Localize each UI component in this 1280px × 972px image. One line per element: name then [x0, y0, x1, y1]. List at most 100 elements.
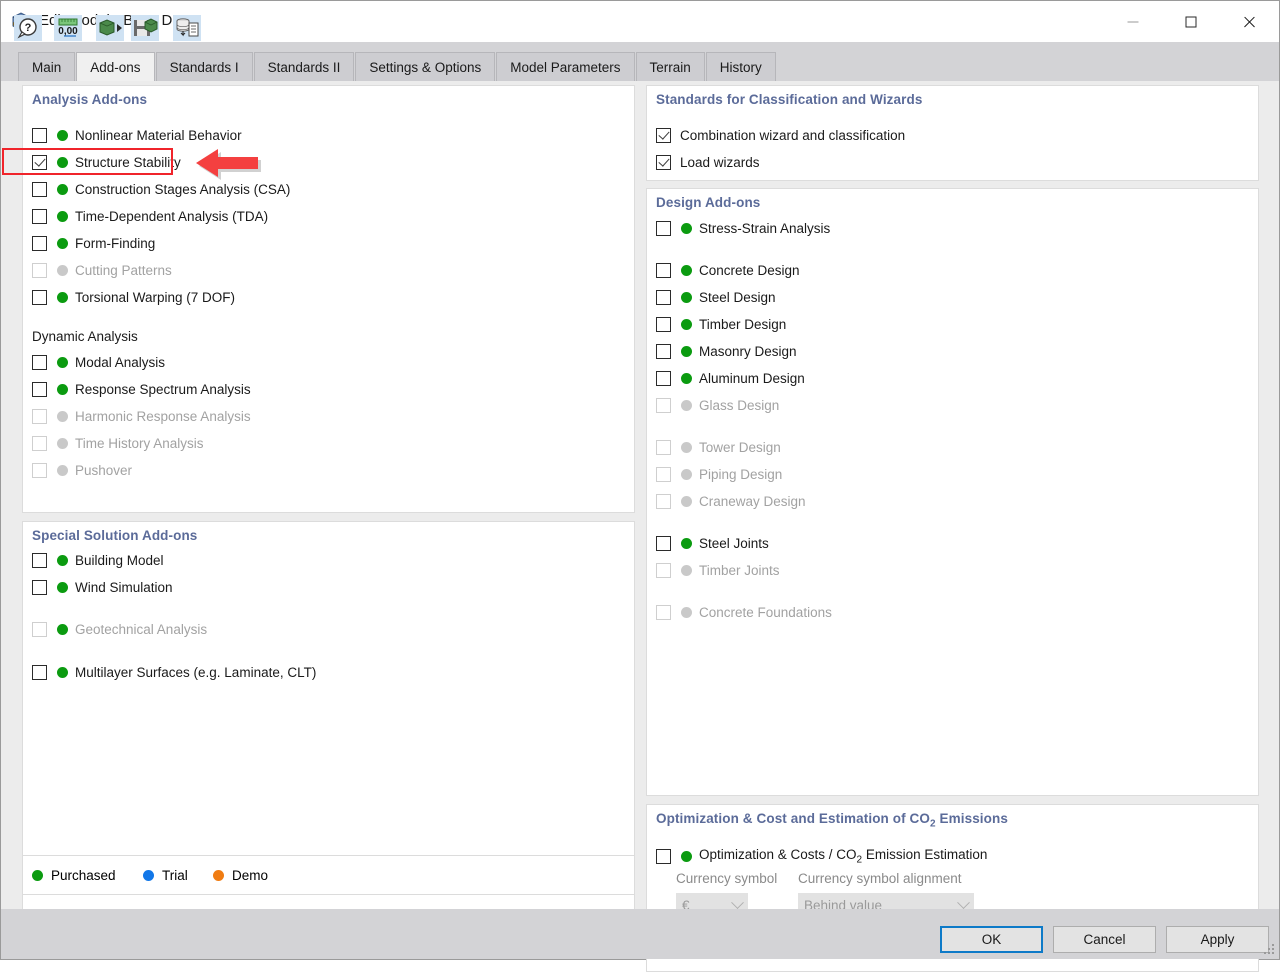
checkbox-label-building-model: Building Model	[75, 553, 164, 568]
tab-model-parameters[interactable]: Model Parameters	[496, 52, 634, 81]
status-dot-glass-design	[681, 400, 692, 411]
optimization-label-suffix: Emission Estimation	[862, 847, 987, 862]
checkbox-response-spectrum-analysis[interactable]	[32, 382, 47, 397]
checkbox-row-timber-design[interactable]: Timber Design	[656, 314, 786, 334]
optimization-checkbox-row[interactable]: Optimization & Costs / CO2 Emission Esti…	[656, 846, 987, 866]
checkbox-row-stress-strain-analysis[interactable]: Stress-Strain Analysis	[656, 218, 830, 238]
tab-history[interactable]: History	[706, 52, 776, 81]
checkbox-row-steel-joints[interactable]: Steel Joints	[656, 533, 769, 553]
status-dot-tower-design	[681, 442, 692, 453]
checkbox-time-history-analysis	[32, 436, 47, 451]
status-dot-steel-design	[681, 292, 692, 303]
checkbox-label-nonlinear-material-behavior: Nonlinear Material Behavior	[75, 128, 242, 143]
checkbox-row-structure-stability[interactable]: Structure Stability	[32, 152, 181, 172]
checkbox-label-craneway-design: Craneway Design	[699, 494, 806, 509]
checkbox-combination-wizard-and-classification[interactable]	[656, 128, 671, 143]
checkbox-construction-stages-analysis-csa[interactable]	[32, 182, 47, 197]
checkbox-row-concrete-design[interactable]: Concrete Design	[656, 260, 800, 280]
legend-label-demo: Demo	[232, 868, 268, 883]
checkbox-row-response-spectrum-analysis[interactable]: Response Spectrum Analysis	[32, 379, 251, 399]
tab-settings-options[interactable]: Settings & Options	[355, 52, 495, 81]
ok-button[interactable]: OK	[940, 926, 1043, 953]
checkbox-row-load-wizards[interactable]: Load wizards	[656, 152, 760, 172]
import-model-icon-button[interactable]	[96, 15, 124, 41]
status-dot-timber-design	[681, 319, 692, 330]
checkbox-tower-design	[656, 440, 671, 455]
checkbox-geotechnical-analysis	[32, 622, 47, 637]
legend-item-demo: Demo	[213, 868, 268, 883]
checkbox-row-nonlinear-material-behavior[interactable]: Nonlinear Material Behavior	[32, 125, 242, 145]
maximize-button[interactable]	[1168, 1, 1214, 42]
checkbox-structure-stability[interactable]	[32, 155, 47, 170]
checkbox-label-time-dependent-analysis-tda: Time-Dependent Analysis (TDA)	[75, 209, 268, 224]
checkbox-row-modal-analysis[interactable]: Modal Analysis	[32, 352, 165, 372]
close-icon	[1243, 15, 1256, 28]
checkbox-row-timber-joints: Timber Joints	[656, 560, 780, 580]
status-dot-craneway-design	[681, 496, 692, 507]
checkbox-concrete-design[interactable]	[656, 263, 671, 278]
checkbox-row-form-finding[interactable]: Form-Finding	[32, 233, 155, 253]
optimization-label-text: Optimization & Costs / CO	[699, 847, 857, 862]
checkbox-row-aluminum-design[interactable]: Aluminum Design	[656, 368, 805, 388]
checkbox-row-building-model[interactable]: Building Model	[32, 550, 164, 570]
checkbox-form-finding[interactable]	[32, 236, 47, 251]
export-report-icon	[173, 15, 201, 41]
svg-text:0,00: 0,00	[58, 26, 78, 37]
tab-standards-ii[interactable]: Standards II	[254, 52, 355, 81]
checkbox-row-pushover: Pushover	[32, 460, 132, 480]
checkbox-label-wind-simulation: Wind Simulation	[75, 580, 173, 595]
edit-model-dialog: G Edit Model - Base Data MainAdd-onsStan…	[0, 0, 1280, 960]
checkbox-glass-design	[656, 398, 671, 413]
checkbox-steel-design[interactable]	[656, 290, 671, 305]
status-dot-torsional-warping-7-dof	[57, 292, 68, 303]
checkbox-row-multilayer-surfaces-e-g-laminate-clt[interactable]: Multilayer Surfaces (e.g. Laminate, CLT)	[32, 662, 316, 682]
status-dot-modal-analysis	[57, 357, 68, 368]
save-model-icon-button[interactable]	[131, 15, 159, 41]
cancel-button[interactable]: Cancel	[1053, 926, 1156, 953]
design-addons-panel: Design Add-ons Stress-Strain AnalysisCon…	[646, 188, 1259, 796]
currency-alignment-label: Currency symbol alignment	[798, 871, 962, 886]
units-icon: 0,00	[54, 15, 82, 41]
checkbox-row-wind-simulation[interactable]: Wind Simulation	[32, 577, 173, 597]
checkbox-row-time-dependent-analysis-tda[interactable]: Time-Dependent Analysis (TDA)	[32, 206, 268, 226]
checkbox-modal-analysis[interactable]	[32, 355, 47, 370]
checkbox-masonry-design[interactable]	[656, 344, 671, 359]
checkbox-row-masonry-design[interactable]: Masonry Design	[656, 341, 797, 361]
checkbox-row-torsional-warping-7-dof[interactable]: Torsional Warping (7 DOF)	[32, 287, 235, 307]
tab-add-ons[interactable]: Add-ons	[76, 52, 154, 82]
status-dot-construction-stages-analysis-csa	[57, 184, 68, 195]
checkbox-label-concrete-design: Concrete Design	[699, 263, 800, 278]
status-dot-timber-joints	[681, 565, 692, 576]
checkbox-row-construction-stages-analysis-csa[interactable]: Construction Stages Analysis (CSA)	[32, 179, 290, 199]
help-icon-button[interactable]: ?	[14, 15, 42, 41]
checkbox-load-wizards[interactable]	[656, 155, 671, 170]
legend-dot-purchased	[32, 870, 43, 881]
checkbox-time-dependent-analysis-tda[interactable]	[32, 209, 47, 224]
units-icon-button[interactable]: 0,00	[54, 15, 82, 41]
apply-button[interactable]: Apply	[1166, 926, 1269, 953]
close-button[interactable]	[1226, 1, 1272, 42]
checkbox-nonlinear-material-behavior[interactable]	[32, 128, 47, 143]
checkbox-aluminum-design[interactable]	[656, 371, 671, 386]
status-dot-structure-stability	[57, 157, 68, 168]
export-report-icon-button[interactable]	[173, 15, 201, 41]
checkbox-multilayer-surfaces-e-g-laminate-clt[interactable]	[32, 665, 47, 680]
checkbox-building-model[interactable]	[32, 553, 47, 568]
tab-terrain[interactable]: Terrain	[636, 52, 705, 81]
checkbox-row-steel-design[interactable]: Steel Design	[656, 287, 776, 307]
checkbox-stress-strain-analysis[interactable]	[656, 221, 671, 236]
checkbox-label-tower-design: Tower Design	[699, 440, 781, 455]
checkbox-row-concrete-foundations: Concrete Foundations	[656, 602, 832, 622]
checkbox-wind-simulation[interactable]	[32, 580, 47, 595]
checkbox-label-timber-joints: Timber Joints	[699, 563, 780, 578]
minimize-button[interactable]	[1110, 1, 1156, 42]
checkbox-timber-design[interactable]	[656, 317, 671, 332]
tab-standards-i[interactable]: Standards I	[156, 52, 253, 81]
checkbox-row-combination-wizard-and-classification[interactable]: Combination wizard and classification	[656, 125, 905, 145]
optimization-checkbox[interactable]	[656, 849, 671, 864]
resize-grip[interactable]	[1263, 944, 1275, 956]
checkbox-torsional-warping-7-dof[interactable]	[32, 290, 47, 305]
checkbox-row-geotechnical-analysis: Geotechnical Analysis	[32, 619, 207, 639]
checkbox-steel-joints[interactable]	[656, 536, 671, 551]
tab-main[interactable]: Main	[18, 52, 75, 81]
